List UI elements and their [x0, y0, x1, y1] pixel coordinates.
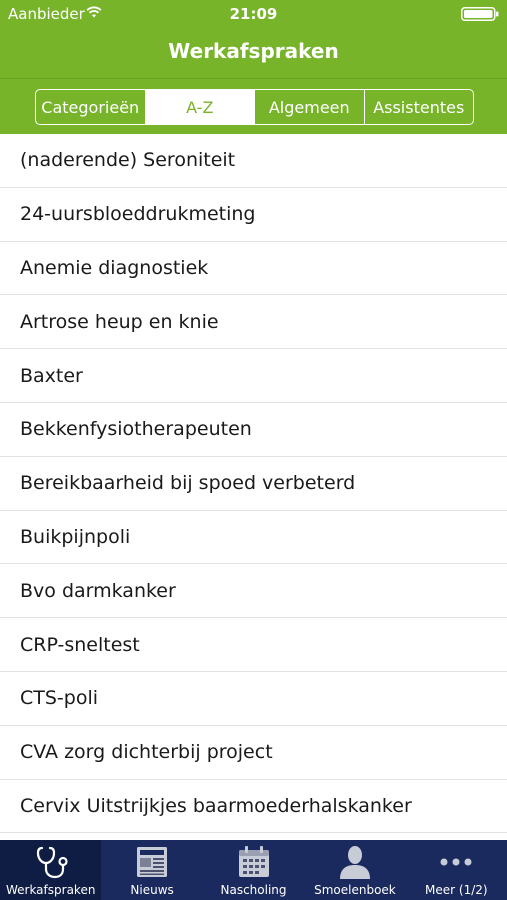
tab-meer[interactable]: Meer (1/2)	[406, 840, 507, 900]
list-item[interactable]: Bvo darmkanker	[0, 564, 507, 619]
tab-bar: Werkafspraken Nieuws Nascholing Smoelenb…	[0, 840, 507, 900]
list-item[interactable]: CRP-sneltest	[0, 618, 507, 672]
tab-nascholing[interactable]: Nascholing	[203, 840, 304, 900]
calendar-icon	[234, 843, 274, 881]
segment-categorieen[interactable]: Categorieën	[36, 90, 146, 124]
tab-label: Smoelenboek	[314, 883, 396, 897]
tab-werkafspraken[interactable]: Werkafspraken	[0, 840, 102, 900]
segment-label: A-Z	[186, 97, 214, 117]
werkafspraken-list: (naderende) Seroniteit 24-uursbloeddrukm…	[0, 134, 507, 840]
segment-label: Assistentes	[373, 97, 465, 117]
list-item[interactable]: Bekkenfysiotherapeuten	[0, 403, 507, 457]
segment-label: Categorieën	[41, 97, 140, 117]
list-item[interactable]: (naderende) Seroniteit	[0, 134, 507, 188]
segment-a-z[interactable]: A-Z	[145, 90, 255, 124]
clock: 21:09	[229, 5, 278, 23]
list-item[interactable]: Bereikbaarheid bij spoed verbeterd	[0, 457, 507, 511]
tab-label: Nieuws	[130, 883, 174, 897]
list-item[interactable]: 24-uursbloeddrukmeting	[0, 188, 507, 242]
tab-nieuws[interactable]: Nieuws	[101, 840, 202, 900]
segment-bar: Categorieën A-Z Algemeen Assistentes	[0, 78, 507, 134]
stethoscope-icon	[31, 843, 71, 881]
more-icon	[436, 843, 476, 881]
list-item[interactable]: CTS-poli	[0, 672, 507, 726]
list-item[interactable]: Artrose heup en knie	[0, 295, 507, 350]
navigation-bar: Werkafspraken	[0, 28, 507, 78]
tab-smoelenboek[interactable]: Smoelenboek	[304, 840, 405, 900]
status-bar: Aanbieder 21:09	[0, 0, 507, 28]
tab-label: Nascholing	[220, 883, 287, 897]
list-item[interactable]: Buikpijnpoli	[0, 511, 507, 565]
battery-icon	[461, 7, 499, 21]
list-item[interactable]: Anemie diagnostiek	[0, 242, 507, 296]
list-item[interactable]: CVA zorg dichterbij project	[0, 726, 507, 780]
tab-label: Meer (1/2)	[425, 883, 488, 897]
segment-assistentes[interactable]: Assistentes	[365, 90, 474, 124]
segment-algemeen[interactable]: Algemeen	[255, 90, 365, 124]
tab-label: Werkafspraken	[5, 883, 96, 897]
person-icon	[335, 843, 375, 881]
page-title: Werkafspraken	[168, 39, 339, 63]
list-item[interactable]: Cervix Uitstrijkjes baarmoederhalskanker	[0, 780, 507, 834]
newspaper-icon	[132, 843, 172, 881]
list-item[interactable]: Baxter	[0, 349, 507, 403]
segment-label: Algemeen	[268, 97, 350, 117]
segmented-control: Categorieën A-Z Algemeen Assistentes	[35, 89, 474, 125]
